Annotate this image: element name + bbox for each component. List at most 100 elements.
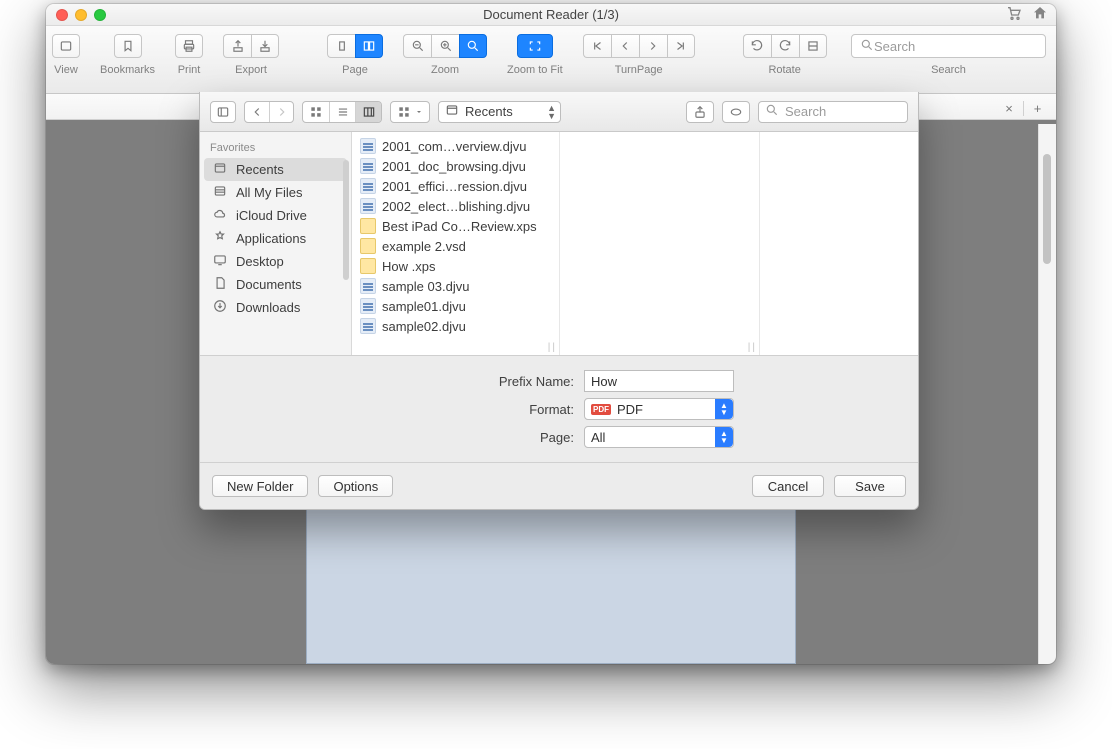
- scrollbar[interactable]: [1038, 124, 1056, 664]
- save-options-form: Prefix Name: Format: PDF PDF ▲▼ Page: Al…: [200, 356, 918, 463]
- prefix-name-label: Prefix Name:: [384, 374, 574, 389]
- group-by-button[interactable]: [391, 102, 429, 122]
- page-scope-select[interactable]: All ▲▼: [584, 426, 734, 448]
- toolbar-search-placeholder: Search: [874, 39, 915, 54]
- cancel-button[interactable]: Cancel: [752, 475, 824, 497]
- view-button[interactable]: [52, 34, 80, 58]
- close-tab-button[interactable]: ×: [995, 101, 1023, 116]
- sidebar-item-label: Downloads: [236, 300, 300, 315]
- view-list-button[interactable]: [329, 102, 355, 122]
- file-name: 2001_doc_browsing.djvu: [382, 159, 526, 174]
- file-name: 2001_effici…ression.djvu: [382, 179, 527, 194]
- sidebar-scroll-thumb[interactable]: [343, 160, 349, 280]
- window-title: Document Reader (1/3): [46, 7, 1056, 22]
- minimize-window-button[interactable]: [75, 9, 87, 21]
- file-icon: [360, 138, 376, 154]
- file-row[interactable]: 2002_elect…blishing.djvu: [352, 196, 559, 216]
- file-name: example 2.vsd: [382, 239, 466, 254]
- file-row[interactable]: 2001_doc_browsing.djvu: [352, 156, 559, 176]
- view-icons-button[interactable]: [303, 102, 329, 122]
- view-columns-button[interactable]: [355, 102, 381, 122]
- nav-back-button[interactable]: [245, 102, 269, 122]
- column-resize-handle[interactable]: ||: [748, 342, 757, 353]
- bookmarks-button[interactable]: [114, 34, 142, 58]
- search-icon: [765, 103, 779, 120]
- sidebar-item-all-my-files[interactable]: All My Files: [200, 181, 351, 204]
- dialog-browser: Favorites Recents All My Files: [200, 132, 918, 356]
- file-icon: [360, 218, 376, 234]
- app-window: Document Reader (1/3) View: [46, 4, 1056, 664]
- file-row[interactable]: Best iPad Co…Review.xps: [352, 216, 559, 236]
- sidebar-toggle-segment: [210, 101, 236, 123]
- file-row[interactable]: sample01.djvu: [352, 296, 559, 316]
- file-row[interactable]: sample02.djvu: [352, 316, 559, 336]
- location-popup[interactable]: Recents ▲▼: [438, 101, 561, 123]
- rotate-right-button[interactable]: [771, 34, 799, 58]
- zoom-out-button[interactable]: [403, 34, 431, 58]
- sidebar-item-documents[interactable]: Documents: [200, 273, 351, 296]
- format-label: Format:: [384, 402, 574, 417]
- dialog-toolbar: Recents ▲▼ Search: [200, 92, 918, 132]
- tags-button[interactable]: [722, 101, 750, 123]
- options-button[interactable]: Options: [318, 475, 393, 497]
- file-icon: [360, 298, 376, 314]
- cloud-icon: [212, 207, 228, 224]
- file-row[interactable]: 2001_com…verview.djvu: [352, 136, 559, 156]
- prev-page-button[interactable]: [611, 34, 639, 58]
- file-name: sample 03.djvu: [382, 279, 469, 294]
- sidebar-item-label: Desktop: [236, 254, 284, 269]
- hide-sidebar-button[interactable]: [211, 102, 235, 122]
- format-select[interactable]: PDF PDF ▲▼: [584, 398, 734, 420]
- last-page-button[interactable]: [667, 34, 695, 58]
- close-window-button[interactable]: [56, 9, 68, 21]
- nav-forward-button[interactable]: [269, 102, 293, 122]
- page-double-button[interactable]: [355, 34, 383, 58]
- scroll-thumb[interactable]: [1043, 154, 1051, 264]
- stepper-icon: ▲▼: [715, 427, 733, 447]
- new-tab-button[interactable]: +: [1023, 101, 1051, 116]
- file-icon: [360, 158, 376, 174]
- all-files-icon: [212, 184, 228, 201]
- fullscreen-window-button[interactable]: [94, 9, 106, 21]
- file-row[interactable]: sample 03.djvu: [352, 276, 559, 296]
- share-button[interactable]: [686, 101, 714, 123]
- toolbar-search-input[interactable]: Search: [851, 34, 1046, 58]
- rotate-left-button[interactable]: [743, 34, 771, 58]
- dialog-search-input[interactable]: Search: [758, 101, 908, 123]
- export-in-button[interactable]: [251, 34, 279, 58]
- downloads-icon: [212, 299, 228, 316]
- sidebar-item-label: iCloud Drive: [236, 208, 307, 223]
- prefix-name-input[interactable]: [584, 370, 734, 392]
- rotate-flip-button[interactable]: [799, 34, 827, 58]
- save-button[interactable]: Save: [834, 475, 906, 497]
- zoom-to-fit-button[interactable]: [517, 34, 553, 58]
- clock-icon: [445, 103, 459, 120]
- file-row[interactable]: How .xps: [352, 256, 559, 276]
- nav-segment: [244, 101, 294, 123]
- cart-icon[interactable]: [1006, 5, 1022, 24]
- sidebar-item-desktop[interactable]: Desktop: [200, 250, 351, 273]
- sidebar-item-label: Applications: [236, 231, 306, 246]
- file-name: sample01.djvu: [382, 299, 466, 314]
- applications-icon: [212, 230, 228, 247]
- next-page-button[interactable]: [639, 34, 667, 58]
- page-scope-value: All: [591, 430, 605, 445]
- column-resize-handle[interactable]: ||: [548, 342, 557, 353]
- file-row[interactable]: 2001_effici…ression.djvu: [352, 176, 559, 196]
- new-folder-button[interactable]: New Folder: [212, 475, 308, 497]
- export-out-button[interactable]: [223, 34, 251, 58]
- options-label: Options: [333, 479, 378, 494]
- sidebar-item-applications[interactable]: Applications: [200, 227, 351, 250]
- file-column-empty-2: [760, 132, 918, 355]
- print-button[interactable]: [175, 34, 203, 58]
- page-single-button[interactable]: [327, 34, 355, 58]
- sidebar-item-recents[interactable]: Recents: [204, 158, 347, 181]
- sidebar-item-downloads[interactable]: Downloads: [200, 296, 351, 319]
- file-row[interactable]: example 2.vsd: [352, 236, 559, 256]
- first-page-button[interactable]: [583, 34, 611, 58]
- zoom-in-button[interactable]: [431, 34, 459, 58]
- zoom-actual-button[interactable]: [459, 34, 487, 58]
- sidebar-item-icloud-drive[interactable]: iCloud Drive: [200, 204, 351, 227]
- print-label: Print: [178, 64, 201, 76]
- home-icon[interactable]: [1032, 5, 1048, 24]
